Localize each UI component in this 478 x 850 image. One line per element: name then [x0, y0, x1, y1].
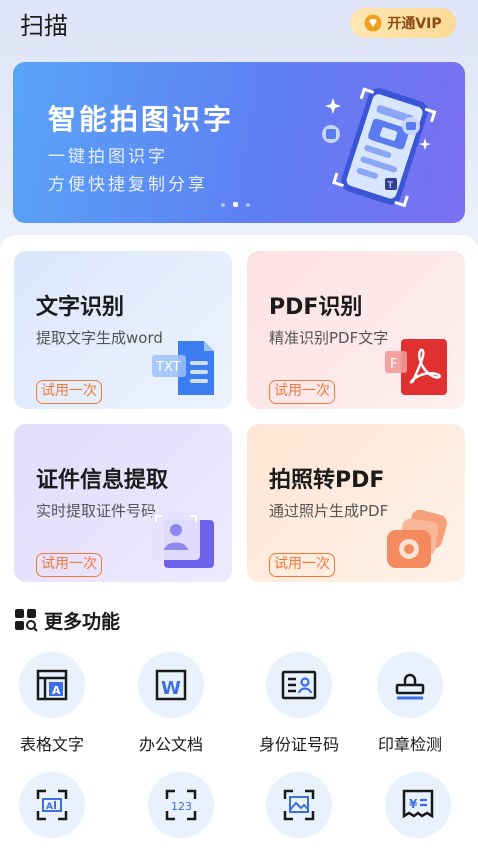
card-title: 文字识别	[36, 295, 125, 320]
pagination-dot	[221, 202, 225, 207]
feature-image-scan[interactable]	[244, 772, 354, 850]
header: 扫描 开通VIP	[0, 0, 478, 48]
pagination-dot-active	[233, 202, 238, 207]
card-title: PDF识别	[269, 295, 363, 320]
diamond-icon	[364, 14, 382, 32]
id-card-icon	[281, 670, 317, 700]
card-title: 拍照转PDF	[269, 468, 385, 493]
svg-text:A: A	[52, 684, 61, 697]
svg-text:A: A	[46, 802, 53, 812]
scan-text-icon: A	[36, 789, 68, 821]
text-recognition-card[interactable]: 文字识别 提取文字生成word 试用一次 TXT	[14, 251, 232, 409]
banner-subtitle-1: 一键拍图识字	[48, 147, 168, 167]
try-once-button[interactable]: 试用一次	[36, 553, 102, 577]
grid-search-icon	[15, 609, 38, 632]
feature-label: 印章检测	[377, 735, 442, 754]
word-icon: W	[155, 669, 187, 701]
svg-text:F: F	[390, 357, 397, 372]
feature-label: 办公文档	[138, 735, 203, 754]
banner-title: 智能拍图识字	[48, 103, 235, 136]
more-features-header: 更多功能	[14, 606, 120, 634]
feature-office-docs[interactable]: W 办公文档	[116, 652, 226, 755]
camera-photos-icon	[387, 510, 447, 568]
pagination-dot	[246, 202, 250, 207]
feature-label: 身份证号码	[258, 735, 339, 754]
svg-text:W: W	[161, 678, 181, 699]
table-icon: A	[36, 669, 68, 701]
vip-button[interactable]: 开通VIP	[350, 8, 456, 38]
banner[interactable]: 智能拍图识字 一键拍图识字 方便快捷复制分享 T	[13, 62, 465, 223]
feature-scan-text[interactable]: A	[0, 772, 107, 850]
id-info-extract-card[interactable]: 证件信息提取 实时提取证件号码 试用一次	[14, 424, 232, 582]
page-title: 扫描	[20, 12, 68, 40]
feature-receipt[interactable]: ¥	[363, 772, 473, 850]
card-subtitle: 实时提取证件号码	[36, 502, 157, 520]
stamp-icon	[395, 673, 425, 700]
image-scan-icon	[283, 789, 315, 821]
svg-text:123: 123	[171, 800, 192, 813]
svg-text:¥: ¥	[409, 797, 418, 811]
banner-subtitle-2: 方便快捷复制分享	[48, 175, 208, 195]
txt-file-icon: TXT	[152, 341, 214, 395]
pdf-recognition-card[interactable]: PDF识别 精准识别PDF文字 试用一次 F	[247, 251, 465, 409]
number-scan-icon: 123	[165, 789, 197, 821]
photo-to-pdf-card[interactable]: 拍照转PDF 通过照片生成PDF 试用一次	[247, 424, 465, 582]
feature-stamp-detect[interactable]: 印章检测	[355, 652, 465, 755]
card-title: 证件信息提取	[36, 468, 169, 493]
try-once-button[interactable]: 试用一次	[269, 553, 335, 577]
card-subtitle: 通过照片生成PDF	[269, 502, 389, 520]
svg-text:TXT: TXT	[155, 360, 181, 375]
phone-scan-illustration: T	[322, 87, 437, 208]
svg-text:T: T	[387, 181, 394, 191]
more-features-title: 更多功能	[44, 610, 121, 633]
id-photo-icon	[152, 512, 214, 568]
feature-table-text[interactable]: A 表格文字	[0, 652, 107, 755]
receipt-icon: ¥	[402, 789, 434, 819]
vip-label: 开通VIP	[387, 16, 442, 32]
try-once-button[interactable]: 试用一次	[36, 380, 102, 404]
feature-id-number[interactable]: 身份证号码	[244, 652, 354, 755]
banner-pagination	[221, 202, 250, 207]
feature-label: 表格文字	[19, 735, 84, 754]
card-subtitle: 精准识别PDF文字	[269, 329, 389, 347]
pdf-file-icon: F	[385, 339, 447, 395]
try-once-button[interactable]: 试用一次	[269, 380, 335, 404]
feature-number-scan[interactable]: 123	[126, 772, 236, 850]
card-subtitle: 提取文字生成word	[36, 329, 163, 347]
